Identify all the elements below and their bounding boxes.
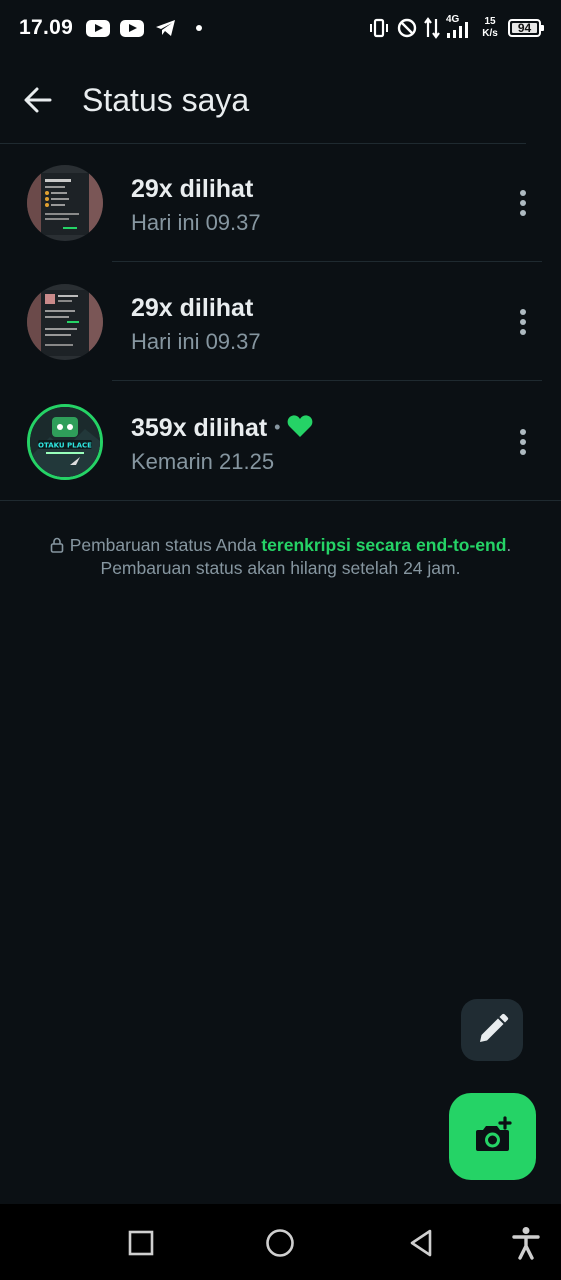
camera-status-button[interactable] — [449, 1093, 536, 1180]
status-thumbnail-image — [27, 284, 103, 360]
back-triangle-icon[interactable] — [408, 1228, 434, 1258]
view-count: 29x dilihat — [131, 294, 254, 322]
divider — [0, 500, 561, 501]
status-item[interactable]: 29x dilihat Hari ini 09.37 — [0, 263, 561, 381]
more-vert-icon[interactable] — [512, 309, 534, 339]
do-not-disturb-icon — [397, 18, 417, 38]
status-thumbnail[interactable]: OTAKU PLACE — [27, 404, 103, 480]
status-thumbnail[interactable] — [27, 165, 103, 241]
camera-plus-icon — [476, 1116, 512, 1151]
notice-line-1: Pembaruan status Anda terenkripsi secara… — [0, 534, 561, 557]
pencil-icon — [480, 1013, 509, 1042]
lock-icon — [50, 537, 63, 553]
notice-line-2: Pembaruan status akan hilang setelah 24 … — [100, 558, 461, 578]
divider — [112, 380, 542, 381]
arrow-left-icon[interactable] — [20, 82, 56, 118]
vibrate-icon — [370, 18, 388, 38]
notice-prefix: Pembaruan status Anda — [69, 535, 262, 555]
app-bar: Status saya — [0, 58, 561, 144]
more-vert-icon[interactable] — [512, 190, 534, 220]
clock: 17.09 — [19, 16, 74, 39]
battery-level: 94 — [517, 21, 532, 35]
screen: 17.09 4G 15 K/s 94 Status saya 29x dilih… — [0, 0, 561, 1280]
status-item[interactable]: OTAKU PLACE 359x dilihat • Kemarin 21.25 — [0, 383, 561, 501]
more-vert-icon[interactable] — [512, 429, 534, 459]
heart-icon — [287, 414, 313, 438]
encryption-notice: Pembaruan status Anda terenkripsi secara… — [0, 534, 561, 580]
view-count: 29x dilihat — [131, 175, 254, 203]
status-thumbnail-image — [27, 165, 103, 241]
status-time: Hari ini 09.37 — [131, 329, 261, 354]
encryption-link[interactable]: terenkripsi secara end-to-end — [261, 535, 506, 555]
recents-icon[interactable] — [128, 1230, 154, 1256]
network-speed-unit: K/s — [482, 28, 498, 39]
status-item[interactable]: 29x dilihat Hari ini 09.37 — [0, 144, 561, 262]
youtube-icon — [120, 20, 144, 37]
battery-icon: 94 — [508, 19, 544, 37]
page-title: Status saya — [82, 82, 250, 118]
accessibility-icon[interactable] — [512, 1226, 540, 1260]
data-arrows-icon — [424, 17, 440, 39]
view-count-text: 359x dilihat — [131, 414, 268, 442]
text-status-button[interactable] — [461, 999, 523, 1061]
home-icon[interactable] — [265, 1228, 295, 1258]
view-count: 359x dilihat • — [131, 414, 313, 443]
separator-dot: • — [274, 417, 281, 437]
network-speed-value: 15 — [484, 16, 496, 27]
thumbnail-logo-text: OTAKU PLACE — [38, 442, 92, 450]
signal-icon — [447, 22, 468, 38]
status-time: Hari ini 09.37 — [131, 210, 261, 235]
divider — [112, 261, 542, 262]
telegram-icon — [156, 20, 175, 36]
notice-suffix: . — [506, 535, 512, 555]
notification-dot-icon — [196, 25, 202, 31]
status-thumbnail[interactable] — [27, 284, 103, 360]
system-navigation-bar — [0, 1204, 561, 1280]
system-status-bar: 17.09 4G 15 K/s 94 — [0, 0, 561, 58]
status-thumbnail-image: OTAKU PLACE — [30, 407, 100, 477]
youtube-icon — [86, 20, 110, 37]
status-time: Kemarin 21.25 — [131, 449, 275, 474]
